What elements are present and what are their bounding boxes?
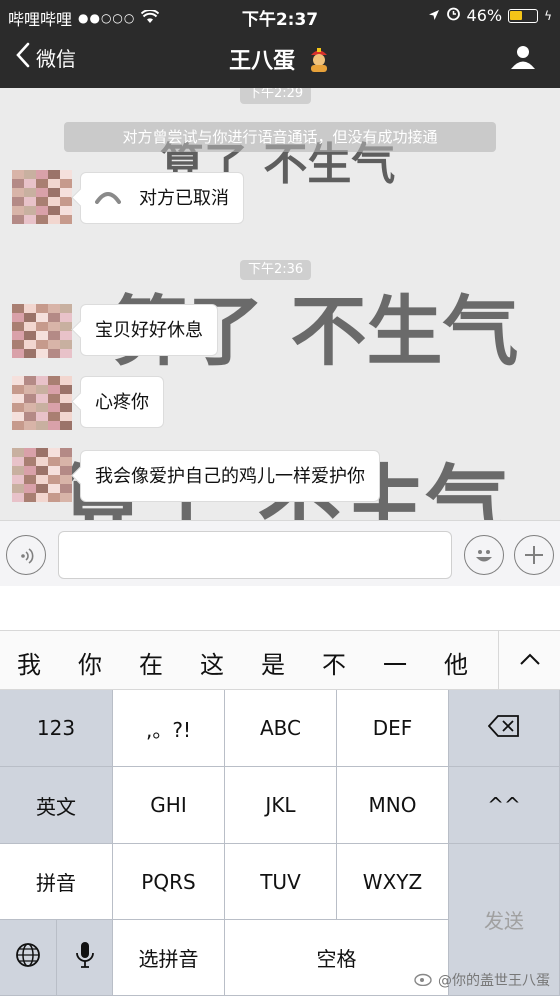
key-label: ,。?!	[146, 717, 191, 742]
message-input[interactable]	[58, 531, 452, 579]
battery-icon	[508, 8, 539, 23]
message-timestamp: 下午2:29	[240, 88, 312, 104]
weibo-icon	[414, 970, 434, 990]
key-label: JKL	[265, 793, 296, 817]
avatar[interactable]	[12, 448, 72, 502]
key-pinyin[interactable]: 拼音	[0, 844, 113, 920]
message-text: 宝贝好好休息	[95, 320, 203, 341]
key-label: PQRS	[141, 869, 196, 894]
expand-candidates-button[interactable]	[498, 631, 560, 689]
message-bubble[interactable]: 我会像爱护自己的鸡儿一样爱护你	[80, 450, 380, 502]
key-abc[interactable]: ABC	[225, 690, 337, 767]
key-label: DEF	[372, 716, 413, 740]
location-icon	[428, 6, 440, 25]
message-timestamp: 下午2:36	[240, 260, 312, 280]
key-label: WXYZ	[362, 869, 423, 894]
key-emoticon[interactable]: ^^	[449, 767, 560, 844]
key-english[interactable]: 英文	[0, 767, 113, 844]
emoji-button[interactable]	[464, 535, 504, 575]
key-label: 拼音	[36, 871, 76, 895]
alarm-icon	[446, 6, 461, 25]
key-numbers[interactable]: 123	[0, 690, 113, 767]
key-label: GHI	[150, 793, 187, 817]
key-label: ABC	[259, 716, 301, 740]
input-spacer	[0, 586, 560, 630]
candidate-word[interactable]: 一	[383, 645, 407, 680]
key-punctuation[interactable]: ,。?!	[113, 690, 225, 767]
candidate-word[interactable]: 这	[200, 645, 224, 680]
avatar[interactable]	[12, 170, 72, 224]
key-select-pinyin[interactable]: 选拼音	[113, 920, 225, 996]
globe-icon	[15, 942, 41, 973]
candidate-word[interactable]: 我	[17, 645, 41, 680]
weibo-handle: @你的盖世王八蛋	[438, 973, 550, 989]
key-label: TUV	[260, 869, 301, 894]
candidate-word[interactable]: 他	[444, 645, 468, 680]
delete-key[interactable]	[449, 690, 560, 767]
status-bar: 哔哩哔哩 ●●○○○ 下午2:37 46% ϟ	[0, 0, 560, 30]
key-label: ^^	[487, 793, 521, 817]
key-label: 空格	[316, 947, 357, 971]
more-button[interactable]	[514, 535, 554, 575]
key-label: 英文	[36, 794, 76, 819]
candidate-word[interactable]: 在	[139, 645, 163, 680]
message-bubble[interactable]: 心疼你	[80, 376, 164, 428]
battery-percent: 46%	[466, 6, 503, 25]
microphone-icon	[75, 941, 94, 974]
voice-icon	[17, 546, 37, 570]
candidate-word[interactable]: 是	[261, 645, 285, 680]
contact-profile-button[interactable]	[510, 44, 536, 74]
phone-hangup-icon	[95, 173, 121, 225]
key-def[interactable]: DEF	[337, 690, 449, 767]
contact-name: 王八蛋	[229, 49, 296, 74]
person-icon	[510, 46, 536, 74]
key-ghi[interactable]: GHI	[113, 767, 225, 844]
keyboard: 123 ,。?! ABC DEF 英文 GHI JKL MNO ^^ 拼音 PQ…	[0, 690, 560, 996]
call-status-text: 对方已取消	[139, 188, 229, 209]
candidate-bar: 我 你 在 这 是 不 一 他	[0, 630, 560, 690]
key-label: 选拼音	[138, 947, 199, 971]
system-message: 对方曾尝试与你进行语音通话，但没有成功接通	[64, 122, 496, 152]
key-label: 123	[36, 716, 76, 740]
battery-level	[510, 10, 523, 20]
microphone-key[interactable]	[57, 920, 113, 996]
key-wxyz[interactable]: WXYZ	[337, 844, 449, 920]
message-text: 心疼你	[95, 392, 149, 413]
chat-area[interactable]: 算了 不生气 算了 不生气 算了 不生气 下午2:29 对方曾尝试与你进行语音通…	[0, 88, 560, 520]
input-bar	[0, 520, 560, 586]
message-text: 我会像爱护自己的鸡儿一样爱护你	[95, 466, 365, 487]
plus-icon	[524, 545, 544, 569]
key-pqrs[interactable]: PQRS	[113, 844, 225, 920]
chat-header: 微信 王八蛋	[0, 30, 560, 88]
call-bubble[interactable]: 对方已取消	[80, 172, 244, 224]
globe-key[interactable]	[0, 920, 57, 996]
key-tuv[interactable]: TUV	[225, 844, 337, 920]
charging-icon: ϟ	[544, 8, 552, 23]
smiley-icon	[471, 542, 497, 572]
firefighter-emoji-icon	[307, 46, 331, 78]
key-label: MNO	[368, 793, 417, 817]
avatar[interactable]	[12, 304, 72, 358]
avatar[interactable]	[12, 376, 72, 430]
send-label: 发送	[484, 909, 524, 933]
chevron-up-icon	[519, 651, 541, 670]
key-jkl[interactable]: JKL	[225, 767, 337, 844]
candidate-word[interactable]: 你	[78, 645, 102, 680]
key-mno[interactable]: MNO	[337, 767, 449, 844]
message-bubble[interactable]: 宝贝好好休息	[80, 304, 218, 356]
candidate-word[interactable]: 不	[322, 645, 346, 680]
backspace-icon	[487, 714, 520, 742]
weibo-watermark: @你的盖世王八蛋	[414, 970, 550, 990]
voice-input-button[interactable]	[6, 535, 46, 575]
